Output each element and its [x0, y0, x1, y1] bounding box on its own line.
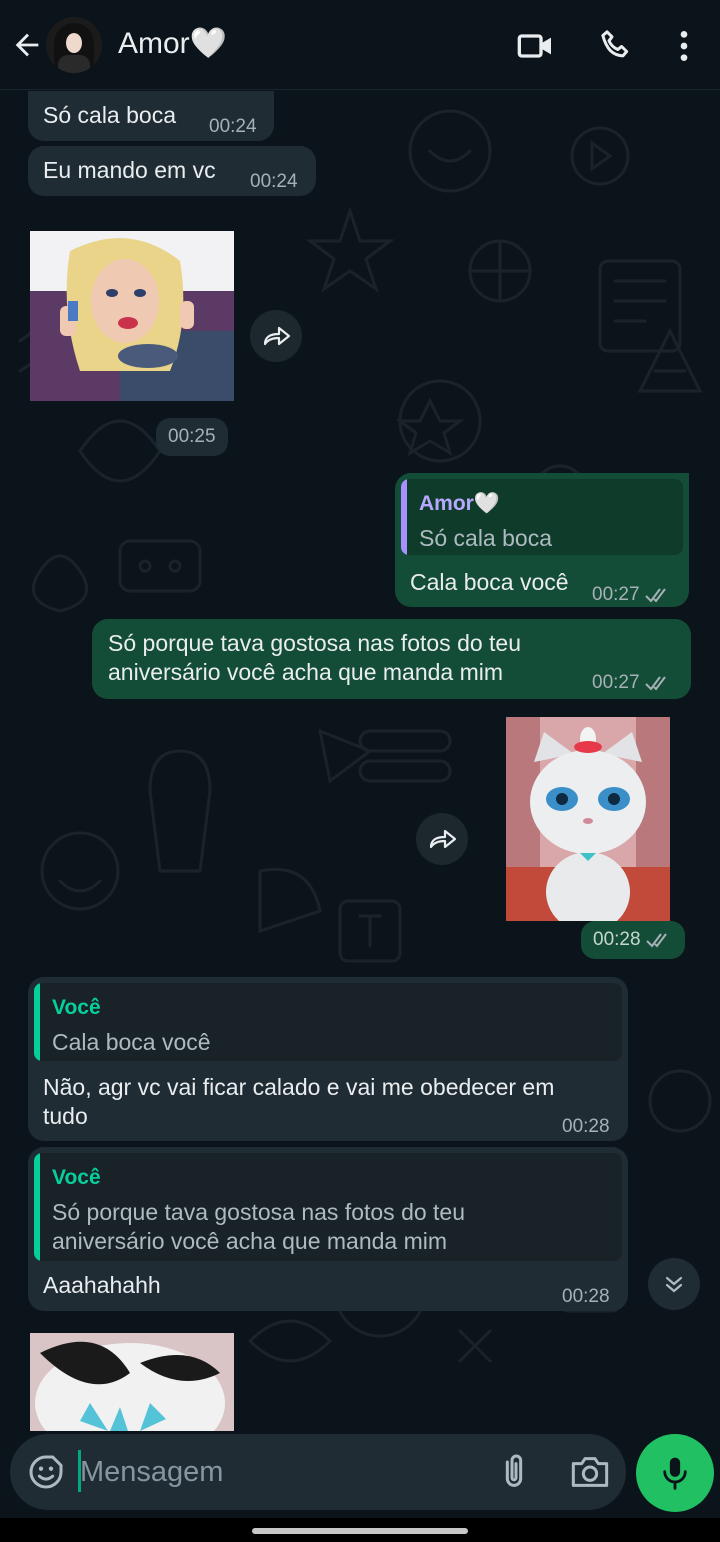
sticker-white-cat[interactable]: [506, 717, 670, 921]
quoted-message[interactable]: Amor🤍 Só cala boca: [401, 479, 683, 555]
read-ticks-icon: [644, 588, 666, 603]
message-time: 00:24: [209, 116, 257, 137]
sticker-black-white-cat[interactable]: [30, 1333, 234, 1431]
message-bubble-incoming[interactable]: Você Só porque tava gostosa nas fotos do…: [28, 1147, 628, 1311]
message-time: 00:27: [592, 580, 672, 609]
message-text: Não, agr vc vai ficar calado e vai me ob…: [43, 1074, 555, 1129]
message-composer: [10, 1434, 626, 1510]
forward-icon: [263, 326, 291, 346]
quoted-author: Você: [52, 1166, 101, 1189]
video-call-icon[interactable]: [516, 26, 556, 66]
camera-icon[interactable]: [568, 1452, 612, 1492]
forward-button[interactable]: [416, 813, 468, 865]
quoted-text: Só cala boca: [419, 525, 552, 551]
quoted-message[interactable]: Você Cala boca você: [34, 983, 622, 1061]
message-bubble-outgoing[interactable]: Amor🤍 Só cala boca Cala boca você 00:27: [395, 473, 689, 607]
read-ticks-icon: [644, 676, 666, 691]
message-time: 00:28: [581, 921, 685, 959]
contact-avatar[interactable]: [46, 17, 102, 73]
quoted-author: Você: [52, 996, 101, 1019]
microphone-icon: [663, 1457, 687, 1490]
contact-name[interactable]: Amor🤍: [118, 26, 227, 61]
quoted-text: Só porque tava gostosa nas fotos do teu …: [52, 1199, 466, 1254]
forward-button[interactable]: [250, 310, 302, 362]
message-time: 00:28: [562, 1286, 610, 1307]
message-time: 00:28: [562, 1116, 610, 1137]
home-gesture-pill[interactable]: [252, 1528, 468, 1534]
message-time: 00:27: [592, 668, 672, 697]
chat-scroll-area[interactable]: Só cala boca 00:24 Eu mando em vc 00:24 …: [0, 91, 720, 1431]
message-time: 00:25: [156, 418, 228, 456]
message-input[interactable]: [80, 1450, 480, 1494]
back-arrow-icon[interactable]: [10, 28, 44, 62]
message-text: Só cala boca: [43, 102, 176, 128]
attachment-icon[interactable]: [494, 1452, 534, 1492]
read-ticks-icon: [645, 933, 667, 948]
voice-record-button[interactable]: [636, 1434, 714, 1512]
more-options-icon[interactable]: [664, 26, 704, 66]
quoted-text: Cala boca você: [52, 1029, 211, 1055]
message-bubble-outgoing[interactable]: Só porque tava gostosa nas fotos do teu …: [92, 619, 691, 699]
message-text: Cala boca você: [410, 569, 569, 595]
message-text: Aaahahahh: [43, 1272, 161, 1298]
message-bubble-incoming[interactable]: Você Cala boca você Não, agr vc vai fica…: [28, 977, 628, 1141]
sticker-emoji-icon[interactable]: [26, 1452, 66, 1492]
double-chevron-down-icon: [665, 1276, 683, 1293]
sticker-doll[interactable]: [30, 231, 234, 401]
quoted-message[interactable]: Você Só porque tava gostosa nas fotos do…: [34, 1153, 622, 1261]
message-bubble-incoming[interactable]: Só cala boca 00:24: [28, 91, 274, 141]
quoted-author: Amor🤍: [419, 492, 500, 515]
system-navigation-bar: [0, 1518, 720, 1542]
message-text: Eu mando em vc: [43, 157, 216, 183]
message-bubble-incoming[interactable]: Eu mando em vc 00:24: [28, 146, 316, 196]
scroll-to-bottom-button[interactable]: [648, 1258, 700, 1310]
forward-icon: [429, 829, 457, 849]
chat-header: Amor🤍: [0, 0, 720, 90]
voice-call-icon[interactable]: [596, 26, 636, 66]
message-time: 00:24: [250, 171, 298, 192]
message-text: Só porque tava gostosa nas fotos do teu …: [108, 630, 522, 685]
